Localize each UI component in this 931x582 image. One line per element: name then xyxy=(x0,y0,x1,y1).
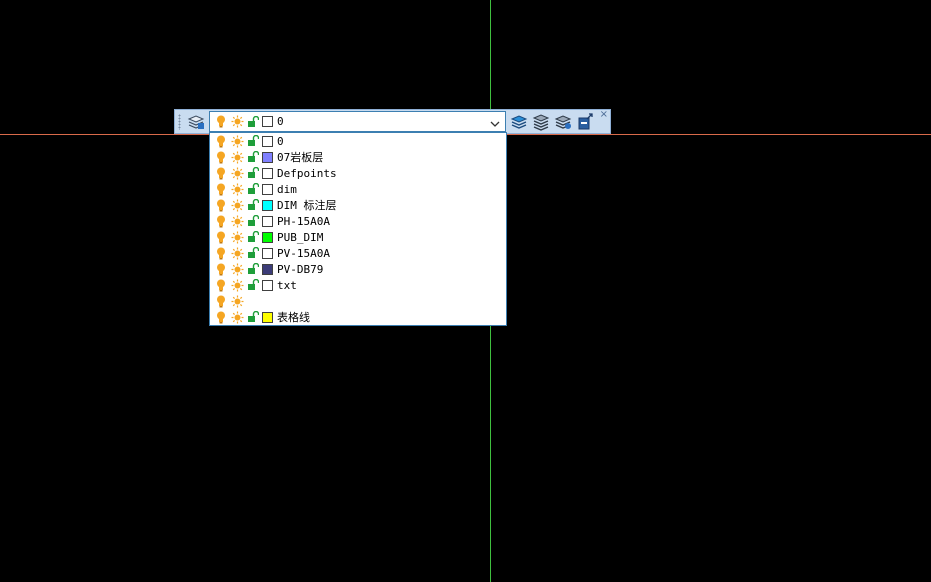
lightbulb-on-icon[interactable] xyxy=(214,198,228,212)
layer-list-item[interactable]: 表格线 xyxy=(210,309,506,325)
current-layer-display: 0 xyxy=(210,112,505,131)
unlocked-padlock-icon[interactable] xyxy=(246,230,260,244)
layer-list-item[interactable]: DIM 标注层 xyxy=(210,197,506,213)
sun-thawed-icon[interactable] xyxy=(230,214,244,228)
layer-color-swatch[interactable] xyxy=(262,135,273,147)
sun-thawed-icon[interactable] xyxy=(230,150,244,164)
layer-color-swatch[interactable] xyxy=(262,247,273,259)
toolbar-grip-handle[interactable] xyxy=(178,114,181,130)
layer-color-swatch[interactable] xyxy=(262,151,273,163)
unlocked-padlock-icon[interactable] xyxy=(246,278,260,292)
layer-color-swatch[interactable] xyxy=(262,263,273,275)
unlocked-padlock-icon[interactable] xyxy=(246,198,260,212)
layer-color-swatch[interactable] xyxy=(262,231,273,243)
sun-thawed-icon[interactable] xyxy=(230,134,244,148)
lightbulb-on-icon[interactable] xyxy=(214,134,228,148)
layer-name: dim xyxy=(277,182,297,196)
layer-name: 07岩板层 xyxy=(277,151,324,164)
layer-name: PV-15A0A xyxy=(277,246,330,260)
layer-color-swatch[interactable] xyxy=(262,279,273,291)
layer-list-item[interactable]: PH-15A0A xyxy=(210,213,506,229)
layer-dropdown-list: 0 07岩板层 Defpoints dim DIM 标注层 PH-15A0A PUB_DIM… xyxy=(209,132,507,326)
unlocked-padlock-icon[interactable] xyxy=(246,166,260,180)
toolbar-close-button[interactable]: × xyxy=(600,110,608,120)
lightbulb-on-icon[interactable] xyxy=(214,246,228,260)
layer-combo-box[interactable]: 0 xyxy=(209,111,506,132)
layer-list-item[interactable]: txt xyxy=(210,277,506,293)
sun-thawed-icon[interactable] xyxy=(230,294,244,308)
layer-list-item[interactable]: 07岩板层 xyxy=(210,149,506,165)
layer-color-swatch[interactable] xyxy=(262,199,273,211)
layer-color-swatch[interactable] xyxy=(262,167,273,179)
unlocked-padlock-icon[interactable] xyxy=(246,115,260,129)
layer-list-item[interactable]: PV-DB79 xyxy=(210,261,506,277)
current-layer-name: 0 xyxy=(277,115,284,128)
sun-thawed-icon[interactable] xyxy=(230,262,244,276)
layer-previous-icon[interactable] xyxy=(531,112,551,132)
layer-color-swatch[interactable] xyxy=(262,183,273,195)
layer-list-item[interactable]: PUB_DIM xyxy=(210,229,506,245)
layer-name: PH-15A0A xyxy=(277,214,330,228)
layer-list-item[interactable]: dim xyxy=(210,181,506,197)
layer-list-item[interactable]: Defpoints xyxy=(210,165,506,181)
layer-list-item[interactable]: PV-15A0A xyxy=(210,245,506,261)
layer-isolate-icon[interactable] xyxy=(553,112,573,132)
sun-thawed-icon[interactable] xyxy=(230,115,244,129)
chevron-down-icon[interactable] xyxy=(489,115,501,127)
lightbulb-on-icon[interactable] xyxy=(214,310,228,324)
sun-thawed-icon[interactable] xyxy=(230,310,244,324)
unlocked-padlock-icon[interactable] xyxy=(246,310,260,324)
layer-name: PUB_DIM xyxy=(277,230,324,244)
sun-thawed-icon[interactable] xyxy=(230,198,244,212)
lightbulb-on-icon[interactable] xyxy=(214,278,228,292)
layer-list-item[interactable]: 0 xyxy=(210,133,506,149)
lightbulb-on-icon[interactable] xyxy=(214,214,228,228)
layer-name: 表格线 xyxy=(277,311,310,324)
lightbulb-on-icon[interactable] xyxy=(214,182,228,196)
sun-thawed-icon[interactable] xyxy=(230,246,244,260)
lightbulb-on-icon[interactable] xyxy=(214,166,228,180)
unlocked-padlock-icon[interactable] xyxy=(246,134,260,148)
layer-list-item[interactable] xyxy=(210,293,506,309)
layer-name: txt xyxy=(277,278,297,292)
layer-name: PV-DB79 xyxy=(277,262,324,276)
sun-thawed-icon[interactable] xyxy=(230,278,244,292)
unlocked-padlock-icon[interactable] xyxy=(246,246,260,260)
current-layer-color-swatch[interactable] xyxy=(262,116,273,127)
layer-properties-icon[interactable] xyxy=(186,112,206,132)
unlocked-padlock-icon[interactable] xyxy=(246,150,260,164)
layer-color-swatch[interactable] xyxy=(262,215,273,227)
sun-thawed-icon[interactable] xyxy=(230,182,244,196)
lightbulb-on-icon[interactable] xyxy=(214,262,228,276)
layer-name: DIM 标注层 xyxy=(277,199,337,212)
layer-color-swatch[interactable] xyxy=(262,311,273,323)
lightbulb-on-icon[interactable] xyxy=(214,230,228,244)
layer-name: Defpoints xyxy=(277,166,337,180)
unlocked-padlock-icon[interactable] xyxy=(246,262,260,276)
sun-thawed-icon[interactable] xyxy=(230,230,244,244)
layer-match-icon[interactable] xyxy=(575,112,595,132)
lightbulb-on-icon[interactable] xyxy=(214,115,228,129)
layer-name: 0 xyxy=(277,134,284,148)
make-current-layer-icon[interactable] xyxy=(509,112,529,132)
lightbulb-on-icon[interactable] xyxy=(214,294,228,308)
unlocked-padlock-icon[interactable] xyxy=(246,182,260,196)
unlocked-padlock-icon[interactable] xyxy=(246,214,260,228)
sun-thawed-icon[interactable] xyxy=(230,166,244,180)
lightbulb-on-icon[interactable] xyxy=(214,150,228,164)
